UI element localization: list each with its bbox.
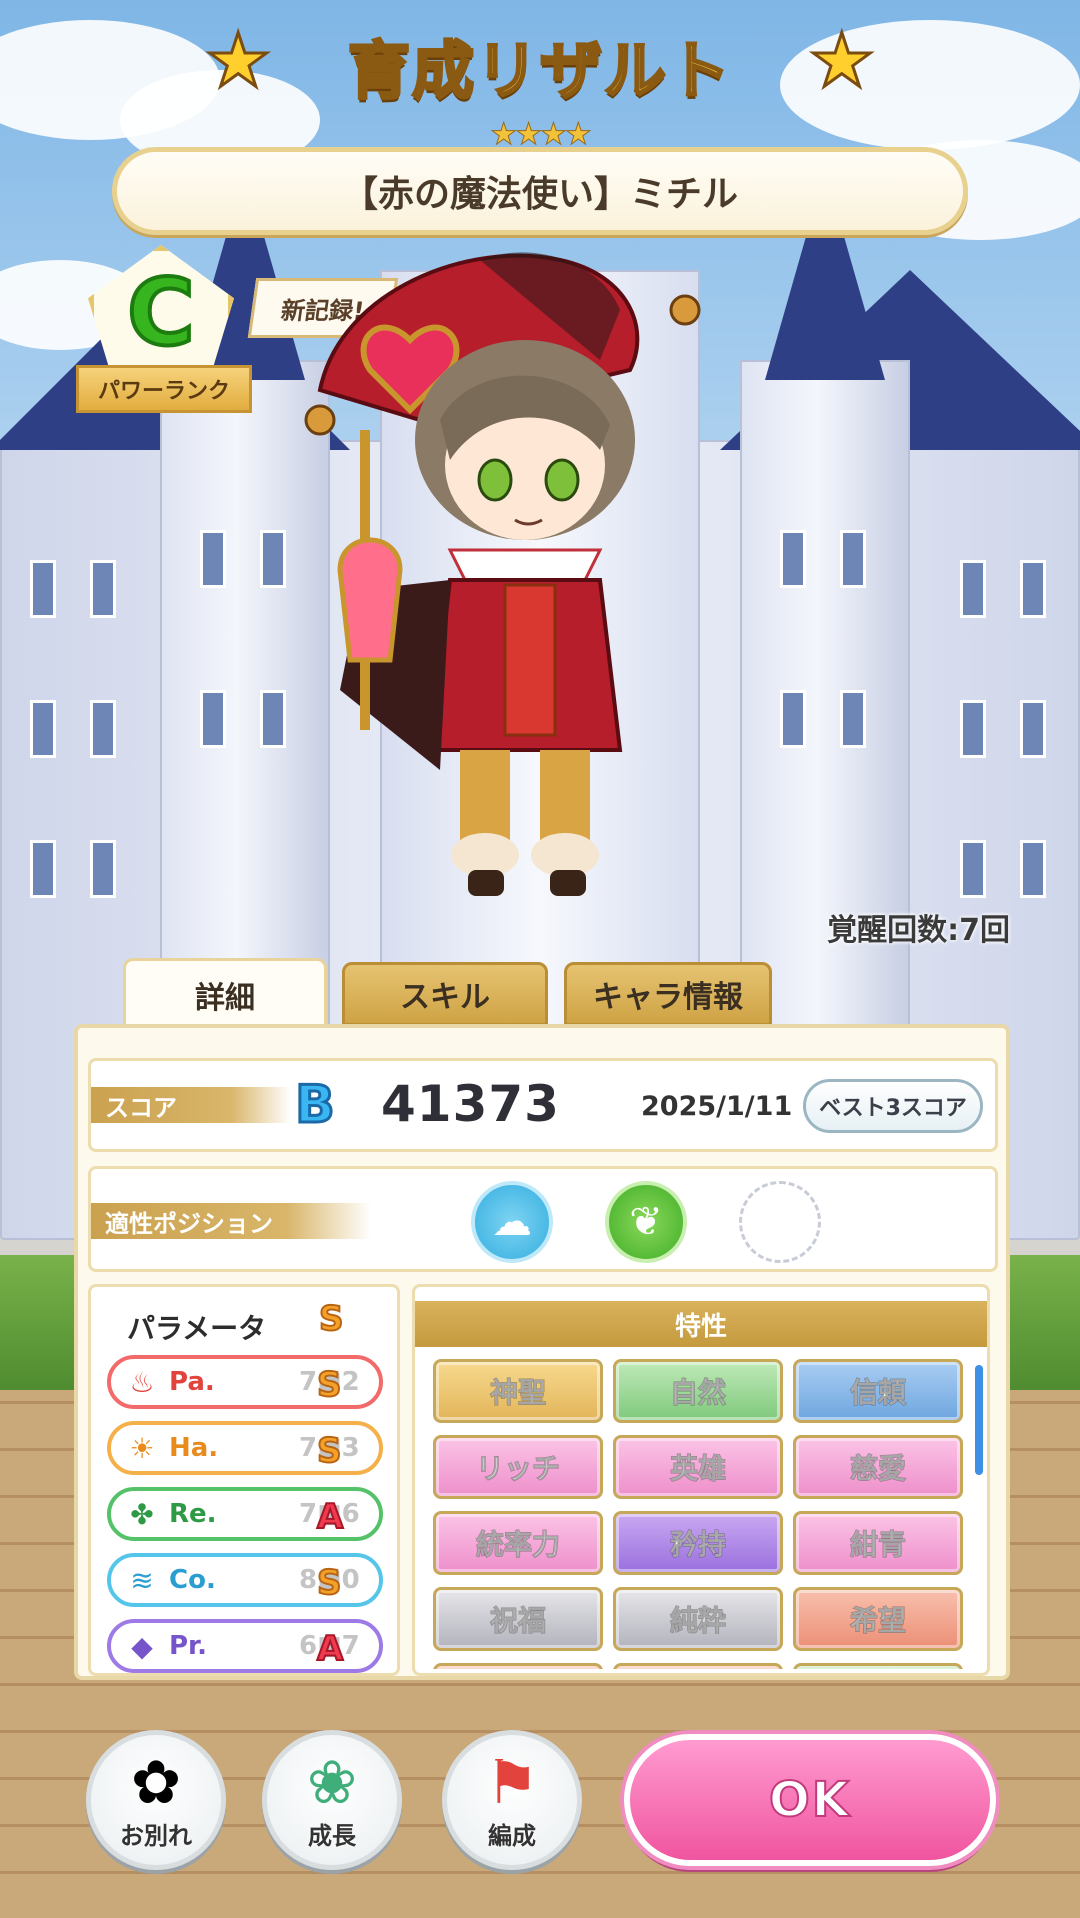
parameter-grade: A bbox=[316, 1496, 344, 1538]
clover-icon: ✤ bbox=[130, 1497, 154, 1531]
wind-position-icon[interactable]: ☁ bbox=[471, 1181, 553, 1263]
trait-list[interactable]: 神聖 自然 信頼 リッチ 英雄 慈愛 統率力 矜持 紺青 祝福 純粋 希望 bbox=[433, 1359, 963, 1669]
tab-details[interactable]: 詳細 bbox=[123, 958, 327, 1028]
wave-icon: ≋ bbox=[130, 1563, 154, 1597]
trait-item[interactable]: 希望 bbox=[793, 1587, 963, 1651]
empty-position-slot bbox=[739, 1181, 821, 1263]
trait-item[interactable]: リッチ bbox=[433, 1435, 603, 1499]
trait-item[interactable]: 矜持 bbox=[613, 1511, 783, 1575]
parameter-row-pr: ◆ Pr. 6■7 A bbox=[107, 1619, 383, 1673]
parameter-grade: S bbox=[316, 1430, 342, 1472]
growth-button[interactable]: ❀ 成長 bbox=[262, 1730, 402, 1870]
trait-item[interactable]: 信頼 bbox=[793, 1359, 963, 1423]
ok-button[interactable]: OK bbox=[624, 1734, 996, 1866]
sun-icon: ☀ bbox=[129, 1431, 155, 1465]
parameter-name: Re. bbox=[169, 1499, 217, 1529]
position-label: 適性ポジション bbox=[91, 1203, 371, 1239]
position-section: 適性ポジション ☁ ❦ bbox=[88, 1166, 998, 1272]
trait-item[interactable]: 英雄 bbox=[613, 1435, 783, 1499]
trait-item[interactable]: 統率力 bbox=[433, 1511, 603, 1575]
trait-item[interactable]: 自然 bbox=[613, 1359, 783, 1423]
trait-item[interactable]: 紺青 bbox=[793, 1511, 963, 1575]
tab-skills[interactable]: スキル bbox=[342, 962, 548, 1026]
trait-item[interactable]: 神聖 bbox=[433, 1359, 603, 1423]
best-3-score-button[interactable]: ベスト3スコア bbox=[803, 1079, 983, 1133]
trait-item-partial[interactable] bbox=[793, 1663, 963, 1669]
awakening-count: 覚醒回数:7回 bbox=[827, 913, 1010, 948]
flower-icon: ✿ bbox=[130, 1748, 182, 1818]
character-name: 【赤の魔法使い】ミチル bbox=[341, 174, 738, 215]
score-section: スコア B 41373 2025/1/11 ベスト3スコア bbox=[88, 1058, 998, 1152]
power-rank-grade: C bbox=[125, 259, 197, 366]
formation-button[interactable]: ⚑ 編成 bbox=[442, 1730, 582, 1870]
parameter-name: Pr. bbox=[169, 1631, 208, 1661]
trait-scrollbar[interactable] bbox=[975, 1365, 983, 1475]
parameter-overall-grade: S bbox=[318, 1298, 344, 1340]
character-illustration bbox=[304, 252, 701, 896]
parameter-title: パラメータ bbox=[127, 1312, 267, 1345]
header: 育成リザルト bbox=[0, 20, 1080, 110]
power-rank-label: パワーランク bbox=[76, 365, 252, 413]
trait-item[interactable]: 祝福 bbox=[433, 1587, 603, 1651]
farewell-button[interactable]: ✿ お別れ bbox=[86, 1730, 226, 1870]
power-rank-badge: C パワーランク bbox=[76, 245, 252, 425]
growth-label: 成長 bbox=[308, 1822, 356, 1850]
nature-position-icon[interactable]: ❦ bbox=[605, 1181, 687, 1263]
trait-item[interactable]: 慈愛 bbox=[793, 1435, 963, 1499]
parameter-name: Pa. bbox=[169, 1367, 215, 1397]
trait-title: 特性 bbox=[415, 1301, 987, 1347]
parameter-row-pa: ♨ Pa. 7■2 S bbox=[107, 1355, 383, 1409]
trait-item[interactable]: 純粋 bbox=[613, 1587, 783, 1651]
sprout-icon: ❀ bbox=[306, 1748, 358, 1818]
score-date: 2025/1/11 bbox=[641, 1091, 793, 1122]
score-grade: B bbox=[294, 1075, 337, 1135]
parameter-name: Co. bbox=[169, 1565, 216, 1595]
page-title: 育成リザルト bbox=[346, 33, 732, 109]
trait-item-partial[interactable] bbox=[613, 1663, 783, 1669]
parameter-row-re: ✤ Re. 7■6 A bbox=[107, 1487, 383, 1541]
parameter-grade: A bbox=[316, 1628, 344, 1670]
trait-section: 特性 神聖 自然 信頼 リッチ 英雄 慈愛 統率力 矜持 紺青 祝福 純粋 希望 bbox=[412, 1284, 990, 1676]
score-value: 41373 bbox=[381, 1075, 560, 1133]
farewell-label: お別れ bbox=[120, 1822, 192, 1850]
tab-character-info[interactable]: キャラ情報 bbox=[564, 962, 772, 1026]
character-name-bar: 【赤の魔法使い】ミチル bbox=[112, 147, 968, 235]
parameter-grade: S bbox=[316, 1364, 342, 1406]
trait-item-partial[interactable] bbox=[433, 1663, 603, 1669]
parameter-row-ha: ☀ Ha. 7■3 S bbox=[107, 1421, 383, 1475]
crossed-flags-icon: ⚑ bbox=[485, 1748, 539, 1818]
details-panel: スコア B 41373 2025/1/11 ベスト3スコア 適性ポジション ☁ … bbox=[74, 1024, 1010, 1680]
score-label: スコア bbox=[91, 1087, 291, 1123]
parameter-grade: S bbox=[316, 1562, 342, 1604]
parameter-name: Ha. bbox=[169, 1433, 219, 1463]
parameter-row-co: ≋ Co. 8■0 S bbox=[107, 1553, 383, 1607]
flame-icon: ♨ bbox=[129, 1365, 155, 1399]
formation-label: 編成 bbox=[488, 1822, 536, 1850]
parameter-section: パラメータ S ♨ Pa. 7■2 S ☀ Ha. 7■3 S ✤ Re. 7■… bbox=[88, 1284, 400, 1676]
diamond-icon: ◆ bbox=[131, 1629, 153, 1663]
